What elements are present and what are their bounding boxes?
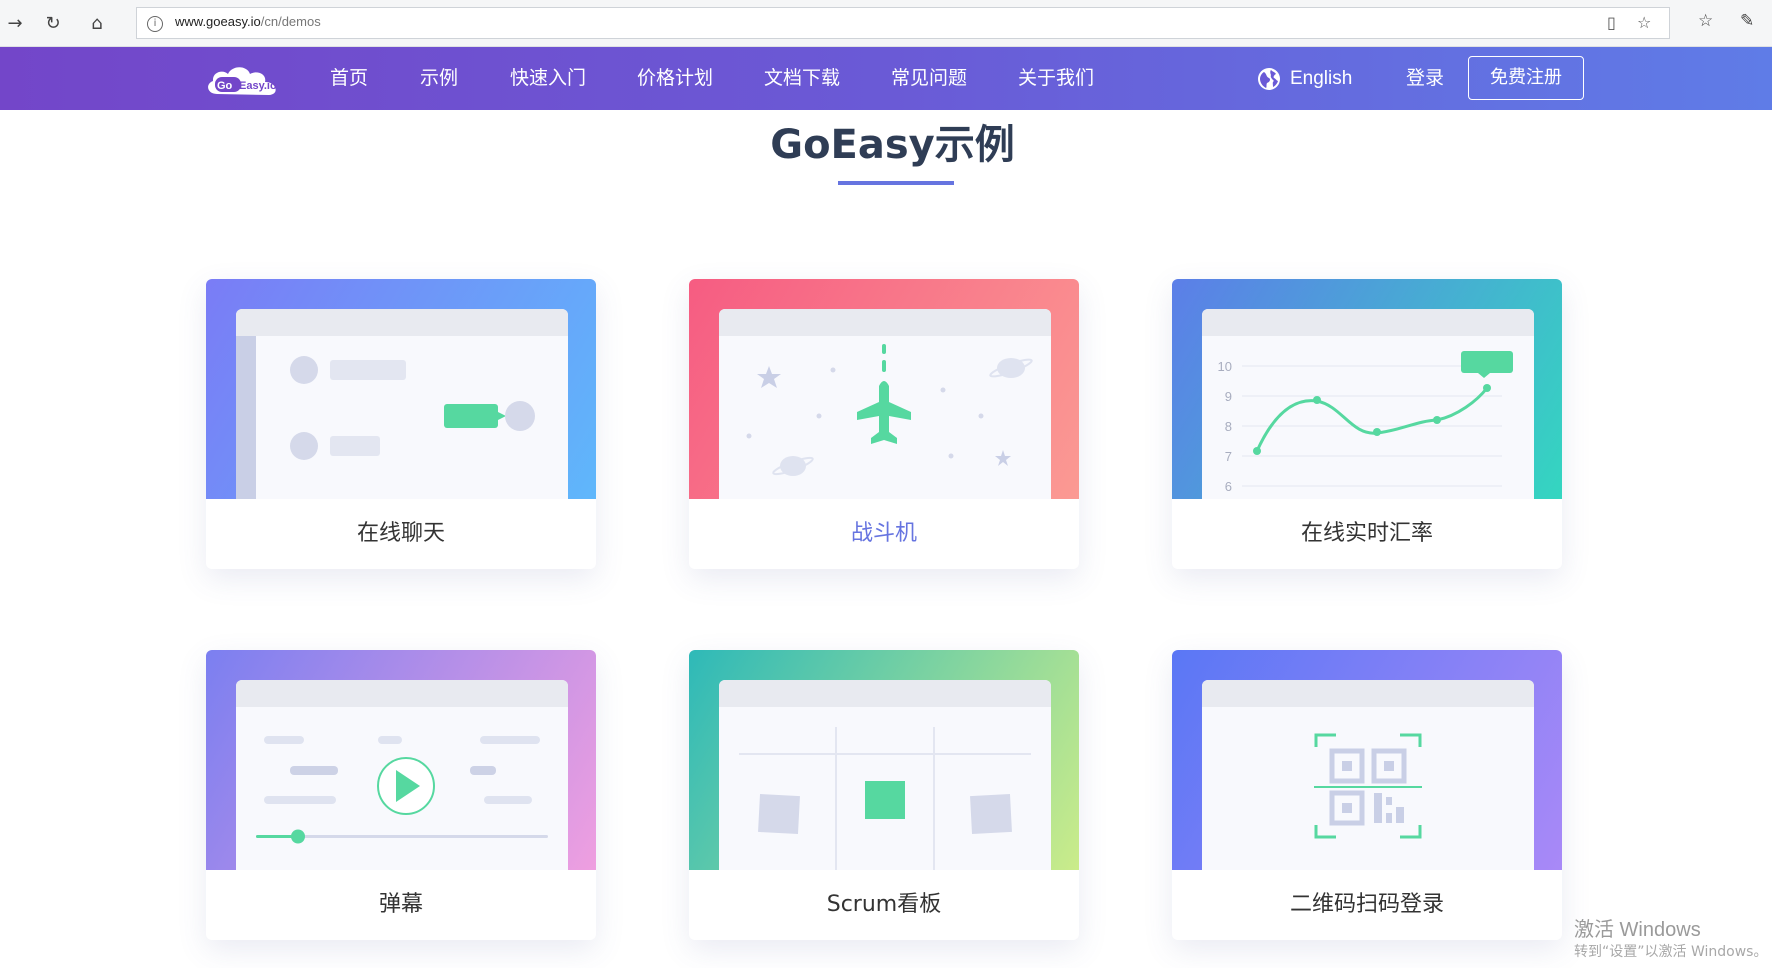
chart-tick-label: 7 xyxy=(1225,449,1232,464)
fighter-illustration xyxy=(719,309,1051,499)
nav-demos[interactable]: 示例 xyxy=(420,47,458,110)
card-label: 在线实时汇率 xyxy=(1300,521,1433,546)
card-label: 弹幕 xyxy=(378,892,423,917)
url-text[interactable]: www.goeasy.io/cn/demos xyxy=(175,14,321,29)
qr-illustration xyxy=(1202,680,1534,870)
chat-illustration xyxy=(236,309,568,499)
site-header: Go Easy.io 首页 示例 快速入门 价格计划 文档下载 常见问题 关于我… xyxy=(0,47,1772,110)
refresh-icon[interactable]: ↻ xyxy=(40,10,66,36)
windows-activation-watermark: 激活 Windows xyxy=(1574,919,1701,941)
svg-text:Easy.io: Easy.io xyxy=(239,80,277,92)
pen-icon[interactable]: ✎ xyxy=(1740,11,1754,31)
page-title: GoEasy示例 xyxy=(770,122,1015,168)
demo-card-scrum[interactable]: Scrum看板 xyxy=(689,650,1079,940)
chart-tick-label: 8 xyxy=(1225,419,1232,434)
home-icon[interactable]: ⌂ xyxy=(84,10,110,36)
favorite-star-icon[interactable]: ☆ xyxy=(1637,13,1651,32)
demo-card-danmaku[interactable]: 弹幕 xyxy=(206,650,596,940)
title-underline xyxy=(838,181,954,185)
chart-tick-label: 9 xyxy=(1225,389,1232,404)
nav-about[interactable]: 关于我们 xyxy=(1018,47,1094,110)
demo-card-exchange-rate[interactable]: 10 9 8 7 6 在线实时汇率 xyxy=(1172,279,1562,569)
address-bar[interactable]: i www.goeasy.io/cn/demos ▯ ☆ xyxy=(136,7,1670,39)
favorites-list-icon[interactable]: ☆ xyxy=(1698,11,1713,31)
rate-chart-illustration: 10 9 8 7 6 xyxy=(1202,309,1534,499)
info-icon[interactable]: i xyxy=(147,16,163,32)
danmaku-illustration xyxy=(236,680,568,870)
language-label: English xyxy=(1290,67,1353,89)
login-link[interactable]: 登录 xyxy=(1406,47,1444,110)
card-label: 在线聊天 xyxy=(356,521,445,546)
card-label: 战斗机 xyxy=(850,521,917,546)
chart-tick-label: 6 xyxy=(1225,479,1232,494)
forward-icon[interactable]: → xyxy=(2,10,28,36)
browser-toolbar: → ↻ ⌂ i www.goeasy.io/cn/demos ▯ ☆ ☆ ✎ xyxy=(0,0,1772,47)
nav-pricing[interactable]: 价格计划 xyxy=(637,47,713,110)
demo-card-chat[interactable]: 在线聊天 xyxy=(206,279,596,569)
globe-icon xyxy=(1258,67,1280,90)
svg-text:Go: Go xyxy=(217,80,233,92)
goeasy-logo[interactable]: Go Easy.io xyxy=(203,60,285,100)
nav-docs[interactable]: 文档下载 xyxy=(764,47,840,110)
register-button[interactable]: 免费注册 xyxy=(1468,56,1584,100)
card-label: 二维码扫码登录 xyxy=(1289,892,1444,917)
scrum-illustration xyxy=(719,680,1051,870)
nav-faq[interactable]: 常见问题 xyxy=(891,47,967,110)
demo-card-fighter[interactable]: 战斗机 xyxy=(689,279,1079,569)
card-label: Scrum看板 xyxy=(826,892,942,917)
demo-card-qr-login[interactable]: 二维码扫码登录 xyxy=(1172,650,1562,940)
chart-tick-label: 10 xyxy=(1218,359,1232,374)
nav-quickstart[interactable]: 快速入门 xyxy=(510,47,586,110)
windows-activation-hint: 转到“设置”以激活 Windows。 xyxy=(1574,944,1768,960)
language-switch[interactable]: English xyxy=(1258,47,1352,110)
nav-home[interactable]: 首页 xyxy=(330,47,368,110)
reading-view-icon[interactable]: ▯ xyxy=(1607,13,1616,32)
